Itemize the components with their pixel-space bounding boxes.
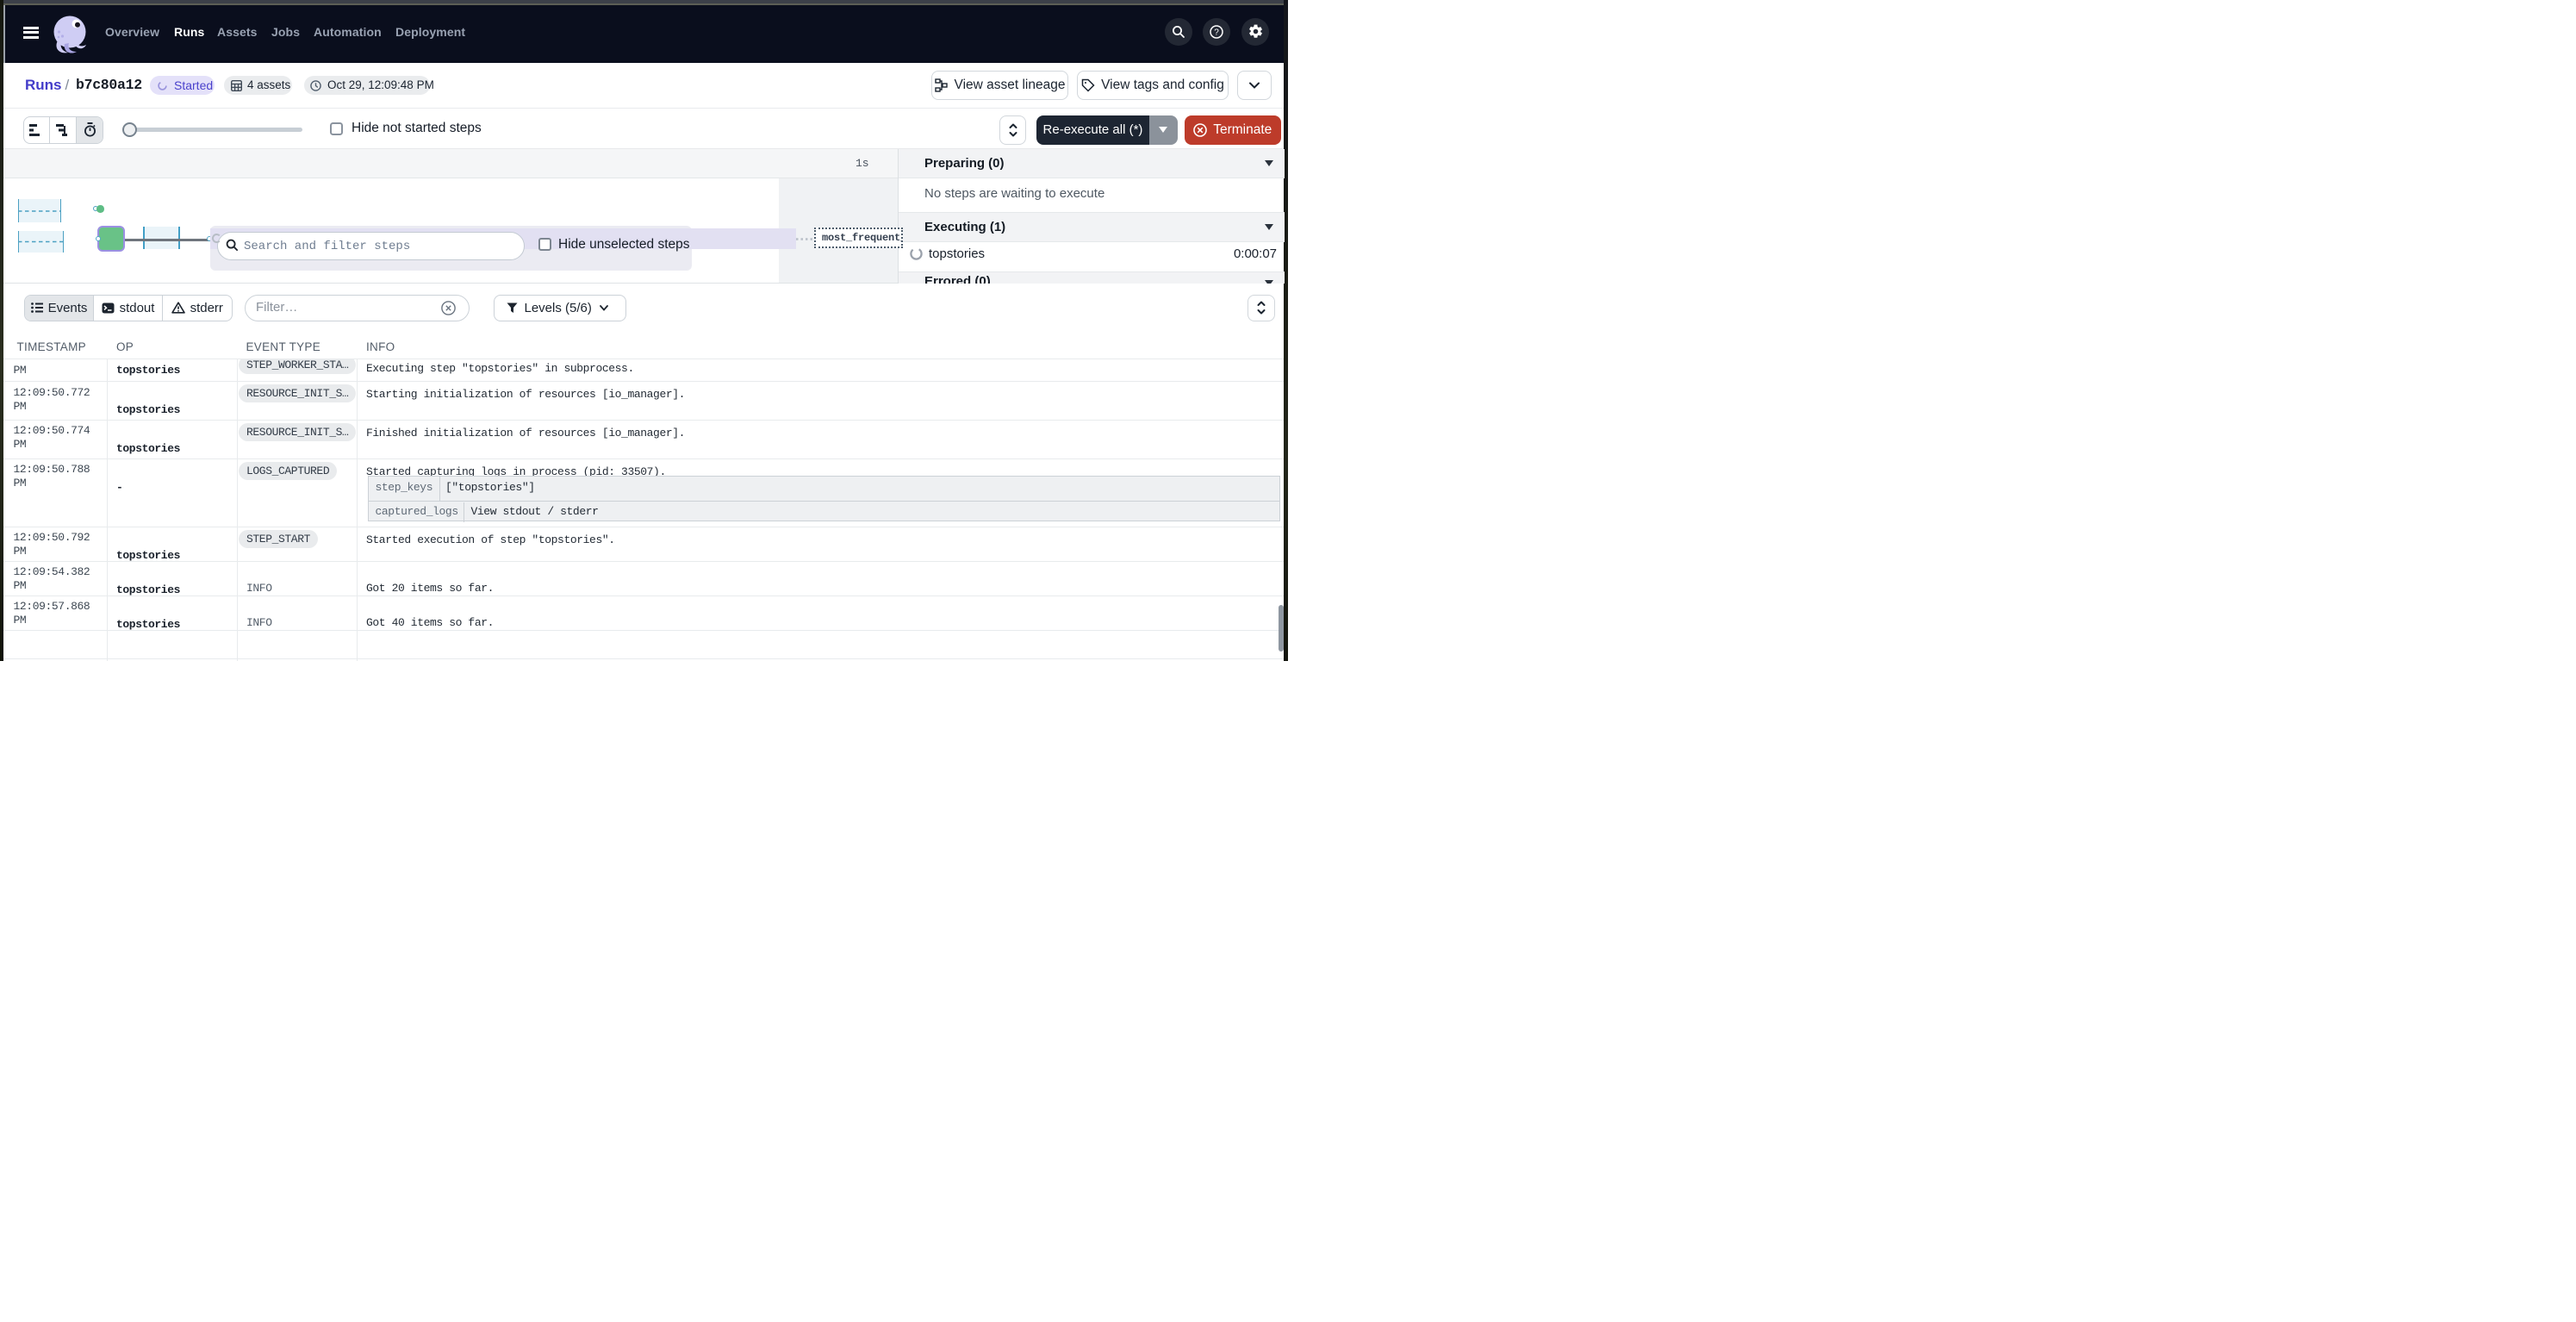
svg-text:?: ? xyxy=(1214,28,1219,37)
